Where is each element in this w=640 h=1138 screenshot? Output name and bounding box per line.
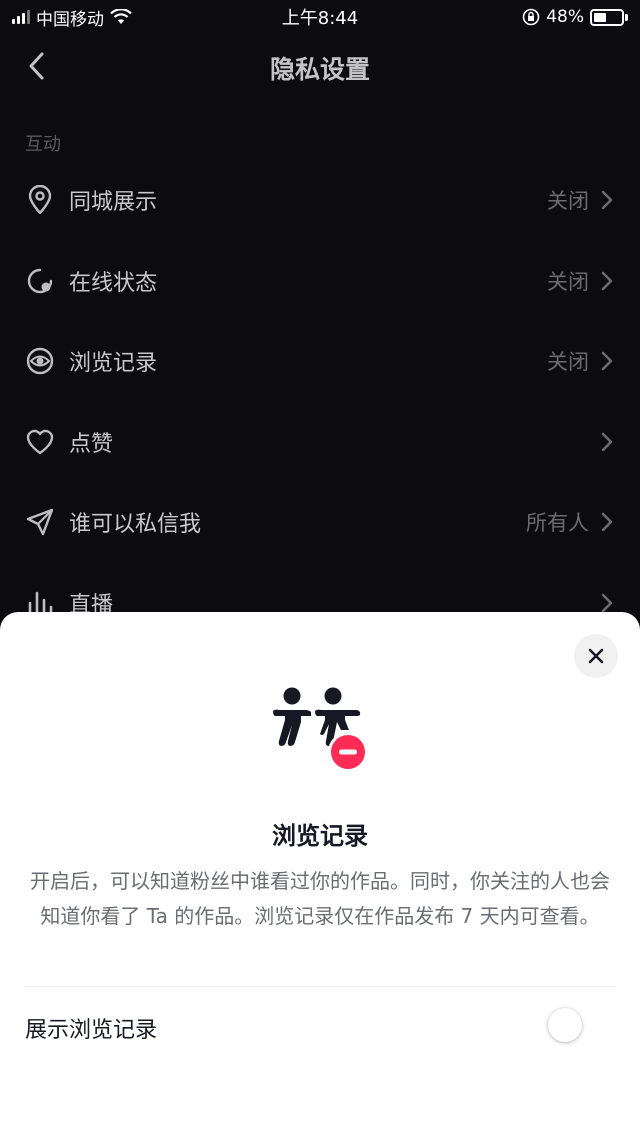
settings-list: 同城展示 关闭 在线状态 关闭 浏览记录 关闭 点赞 谁可以私信我 所有人 直播 — [0, 160, 640, 643]
heart-icon — [26, 429, 54, 454]
signal-icon — [12, 10, 30, 24]
online-status-icon — [27, 268, 53, 293]
row-location-display[interactable]: 同城展示 关闭 — [0, 160, 640, 241]
battery-icon — [590, 8, 628, 26]
chevron-right-icon — [601, 512, 613, 532]
row-value: 所有人 — [526, 511, 589, 536]
section-title: 互动 — [25, 134, 61, 155]
eye-icon — [26, 348, 54, 375]
toggle-knob — [548, 1008, 582, 1042]
sheet-title: 浏览记录 — [272, 822, 368, 850]
row-online-status[interactable]: 在线状态 关闭 — [0, 241, 640, 322]
visitors-illustration-icon — [273, 687, 368, 772]
send-icon — [26, 509, 54, 536]
row-label: 谁可以私信我 — [69, 512, 202, 538]
row-label: 点赞 — [69, 431, 114, 457]
close-button[interactable] — [574, 634, 618, 678]
row-label: 在线状态 — [69, 270, 158, 296]
wifi-icon — [110, 9, 132, 24]
location-pin-icon — [28, 185, 52, 215]
row-label: 浏览记录 — [69, 351, 158, 377]
chevron-right-icon — [601, 271, 613, 291]
chevron-right-icon — [601, 190, 613, 210]
sheet-description: 开启后，可以知道粉丝中谁看过你的作品。同时，你关注的人也会知道你看了 Ta 的作… — [30, 869, 610, 928]
toggle-label: 展示浏览记录 — [25, 1018, 158, 1043]
rotation-lock-icon — [522, 8, 540, 26]
page-title: 隐私设置 — [269, 55, 370, 84]
close-icon — [588, 648, 604, 664]
row-value: 关闭 — [547, 189, 589, 214]
chevron-right-icon — [601, 351, 613, 371]
chevron-right-icon — [601, 432, 613, 452]
chevron-right-icon — [601, 593, 613, 613]
header: 隐私设置 — [0, 34, 640, 98]
row-browsing-history[interactable]: 浏览记录 关闭 — [0, 321, 640, 402]
divider — [25, 986, 615, 987]
row-label: 同城展示 — [69, 190, 158, 216]
bottom-sheet: 浏览记录 开启后，可以知道粉丝中谁看过你的作品。同时，你关注的人也会知道你看了 … — [0, 612, 640, 1138]
show-history-toggle[interactable] — [548, 1008, 600, 1042]
battery-percent: 48% — [546, 7, 584, 27]
row-value: 关闭 — [547, 350, 589, 375]
status-bar: 中国移动 上午8:44 48% — [0, 0, 640, 34]
row-direct-message[interactable]: 谁可以私信我 所有人 — [0, 482, 640, 563]
row-likes[interactable]: 点赞 — [0, 402, 640, 483]
carrier-name: 中国移动 — [36, 9, 104, 30]
row-value: 关闭 — [547, 269, 589, 294]
